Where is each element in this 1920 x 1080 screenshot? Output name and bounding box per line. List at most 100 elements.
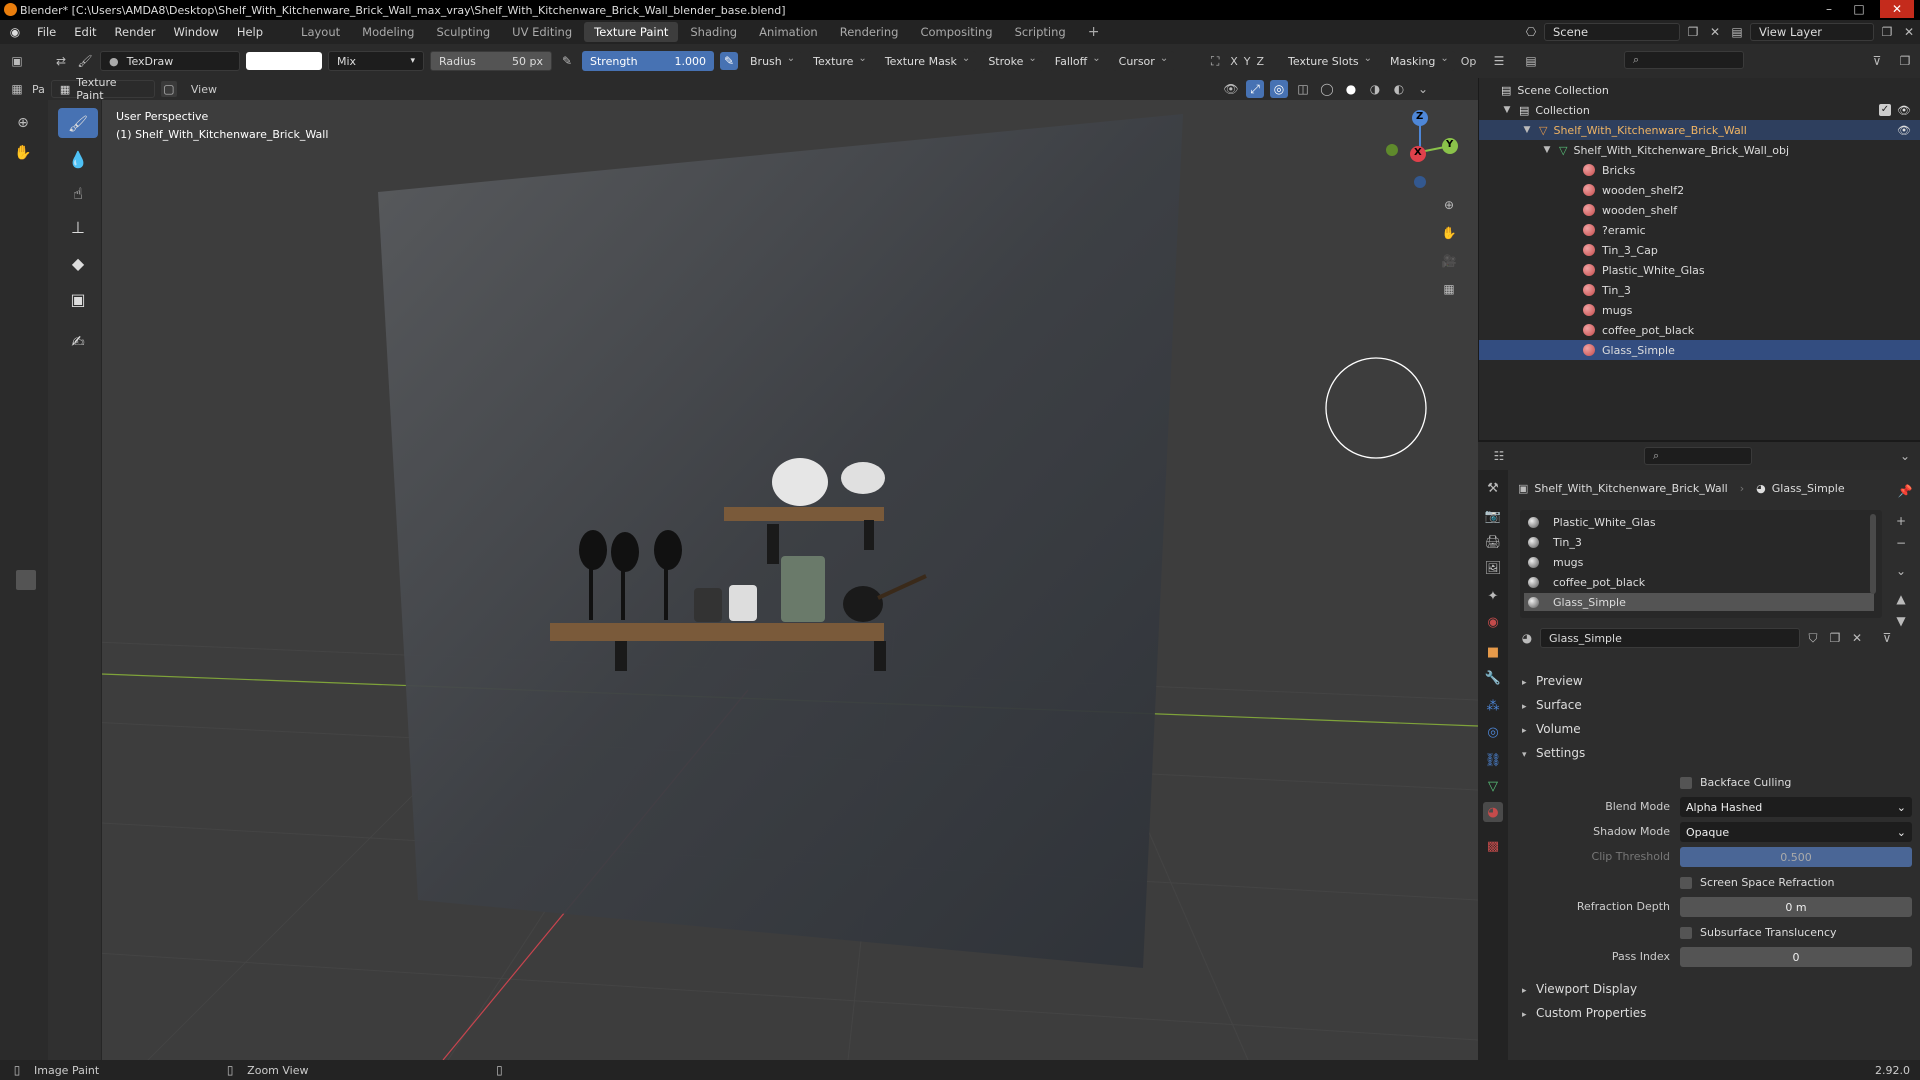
masking-menu[interactable]: Masking — [1384, 51, 1455, 71]
material-slot-item[interactable]: coffee_pot_black — [1524, 573, 1874, 591]
material-name-field[interactable]: Glass_Simple — [1540, 628, 1800, 648]
output-tab-icon[interactable]: 🖨 — [1483, 532, 1503, 552]
section-volume[interactable]: ▸ Volume — [1522, 722, 1581, 736]
sidebar-toggle[interactable] — [16, 570, 36, 590]
tab-compositing[interactable]: Compositing — [910, 22, 1002, 42]
outliner-scene-collection[interactable]: ▤ Scene Collection — [1479, 80, 1920, 100]
tool-tab-icon[interactable]: ⚒ — [1483, 478, 1503, 498]
brush-icon[interactable]: 🖌 — [76, 52, 94, 70]
new-collection-icon[interactable]: ❐ — [1896, 52, 1914, 70]
browse-material-icon[interactable]: ◕ — [1518, 629, 1536, 647]
gizmo-neg-y[interactable] — [1386, 144, 1398, 156]
3d-viewport[interactable] — [48, 100, 1478, 1060]
soften-tool-icon[interactable]: 💧 — [58, 144, 98, 174]
outliner-material-row[interactable]: wooden_shelf2 — [1479, 180, 1920, 200]
outliner-collection[interactable]: ▼ ▤ Collection ✓ 👁 — [1479, 100, 1920, 120]
solid-shading-icon[interactable]: ● — [1342, 80, 1360, 98]
material-shading-icon[interactable]: ◑ — [1366, 80, 1384, 98]
shading-options-icon[interactable]: ⌄ — [1414, 80, 1432, 98]
visibility-icon[interactable]: 👁 — [1222, 80, 1240, 98]
tool-settings-icon[interactable]: ⇄ — [52, 52, 70, 70]
scene-field[interactable]: Scene — [1544, 23, 1680, 41]
brush-menu[interactable]: Brush — [744, 51, 802, 71]
unlink-material-icon[interactable]: ✕ — [1848, 629, 1866, 647]
symmetry-icon[interactable]: ⛶ — [1206, 52, 1224, 70]
view-layer-field[interactable]: View Layer — [1750, 23, 1874, 41]
tab-rendering[interactable]: Rendering — [830, 22, 909, 42]
zoom-icon[interactable]: ⊕ — [14, 114, 32, 132]
delete-scene-icon[interactable]: ✕ — [1706, 23, 1724, 41]
tab-scripting[interactable]: Scripting — [1005, 22, 1076, 42]
scene-tab-icon[interactable]: ✦ — [1483, 586, 1503, 606]
options-menu[interactable]: Op — [1461, 55, 1477, 68]
constraints-tab-icon[interactable]: ⛓ — [1483, 750, 1503, 770]
filter-icon[interactable]: ⊽ — [1868, 52, 1886, 70]
view-layer-tab-icon[interactable]: 🖼 — [1483, 558, 1503, 578]
remove-slot-icon[interactable]: − — [1892, 534, 1910, 552]
smear-tool-icon[interactable]: ☝ — [58, 178, 98, 208]
link-type-icon[interactable]: ⊽ — [1878, 629, 1896, 647]
subsurface-translucency-checkbox[interactable]: Subsurface Translucency — [1680, 926, 1837, 939]
texture-slots-menu[interactable]: Texture Slots — [1282, 51, 1378, 71]
new-view-layer-icon[interactable]: ❐ — [1878, 23, 1896, 41]
section-surface[interactable]: ▸ Surface — [1522, 698, 1582, 712]
overlay-toggle-icon[interactable]: ◎ — [1270, 80, 1288, 98]
tab-texture-paint[interactable]: Texture Paint — [584, 22, 679, 42]
fake-user-icon[interactable]: ⛉ — [1804, 629, 1822, 647]
pass-index-field[interactable]: 0 — [1680, 947, 1912, 967]
add-workspace-icon[interactable]: + — [1078, 21, 1110, 43]
minimize-button[interactable]: – — [1816, 0, 1842, 18]
slot-list-scrollbar[interactable] — [1870, 514, 1876, 594]
properties-editor-type-icon[interactable]: ☷ — [1490, 447, 1508, 465]
expand-icon[interactable]: ▼ — [1541, 145, 1553, 155]
menu-edit[interactable]: Edit — [65, 25, 105, 39]
tab-layout[interactable]: Layout — [291, 22, 350, 42]
hand-icon[interactable]: ✋ — [14, 144, 32, 162]
clip-threshold-slider[interactable]: 0.500 — [1680, 847, 1912, 867]
texture-tab-icon[interactable]: ▩ — [1483, 836, 1503, 856]
clone-tool-icon[interactable]: ⊥ — [58, 212, 98, 242]
scene-icon[interactable]: ⎔ — [1522, 23, 1540, 41]
camera-view-icon[interactable]: 🎥 — [1440, 252, 1458, 270]
mask-toggle-icon[interactable]: ▢ — [160, 81, 177, 97]
move-up-icon[interactable]: ▲ — [1892, 590, 1910, 608]
data-tab-icon[interactable]: ▽ — [1483, 776, 1503, 796]
outliner-search-input[interactable]: ⌕ — [1624, 51, 1744, 69]
navigation-gizmo[interactable]: Z Y X — [1376, 108, 1464, 196]
color-swatch[interactable] — [246, 52, 322, 70]
cursor-menu[interactable]: Cursor — [1112, 51, 1175, 71]
section-preview[interactable]: ▸ Preview — [1522, 674, 1583, 688]
rendered-shading-icon[interactable]: ◐ — [1390, 80, 1408, 98]
close-button[interactable]: ✕ — [1880, 0, 1914, 18]
outliner-material-row[interactable]: Tin_3_Cap — [1479, 240, 1920, 260]
properties-options-icon[interactable]: ⌄ — [1896, 447, 1914, 465]
material-tab-icon[interactable]: ◕ — [1483, 802, 1503, 822]
add-slot-icon[interactable]: + — [1892, 512, 1910, 530]
material-slot-item[interactable]: Plastic_White_Glas — [1524, 513, 1874, 531]
section-custom-properties[interactable]: ▸ Custom Properties — [1522, 1006, 1646, 1020]
backface-culling-checkbox[interactable]: Backface Culling — [1680, 776, 1791, 789]
menu-file[interactable]: File — [28, 25, 65, 39]
texture-menu[interactable]: Texture — [807, 51, 873, 71]
outliner-material-row[interactable]: Plastic_White_Glas — [1479, 260, 1920, 280]
tab-sculpting[interactable]: Sculpting — [426, 22, 500, 42]
outliner-material-row[interactable]: wooden_shelf — [1479, 200, 1920, 220]
pin-icon[interactable]: 📌 — [1896, 482, 1914, 500]
properties-search-input[interactable]: ⌕ — [1644, 447, 1752, 465]
texture-mask-menu[interactable]: Texture Mask — [878, 51, 977, 71]
material-slot-item[interactable]: Tin_3 — [1524, 533, 1874, 551]
object-tab-icon[interactable]: ■ — [1483, 642, 1503, 662]
falloff-menu[interactable]: Falloff — [1048, 51, 1107, 71]
shadow-mode-dropdown[interactable]: Opaque ⌄ — [1680, 822, 1912, 842]
tab-shading[interactable]: Shading — [680, 22, 747, 42]
tab-uv-editing[interactable]: UV Editing — [502, 22, 582, 42]
mirror-x-button[interactable]: X — [1230, 55, 1238, 68]
mode-dropdown[interactable]: ▦ Texture Paint — [50, 76, 155, 102]
duplicate-material-icon[interactable]: ❐ — [1826, 629, 1844, 647]
gizmo-toggle-icon[interactable]: ⤢ — [1246, 80, 1264, 98]
outliner-editor-type-icon[interactable]: ☰ — [1490, 52, 1508, 70]
blend-mode-dropdown[interactable]: Mix ▾ — [328, 51, 424, 71]
gizmo-neg-z[interactable] — [1414, 176, 1426, 188]
mask-tool-icon[interactable]: ▣ — [58, 284, 98, 314]
brush-name-field[interactable]: ● TexDraw — [100, 51, 240, 71]
